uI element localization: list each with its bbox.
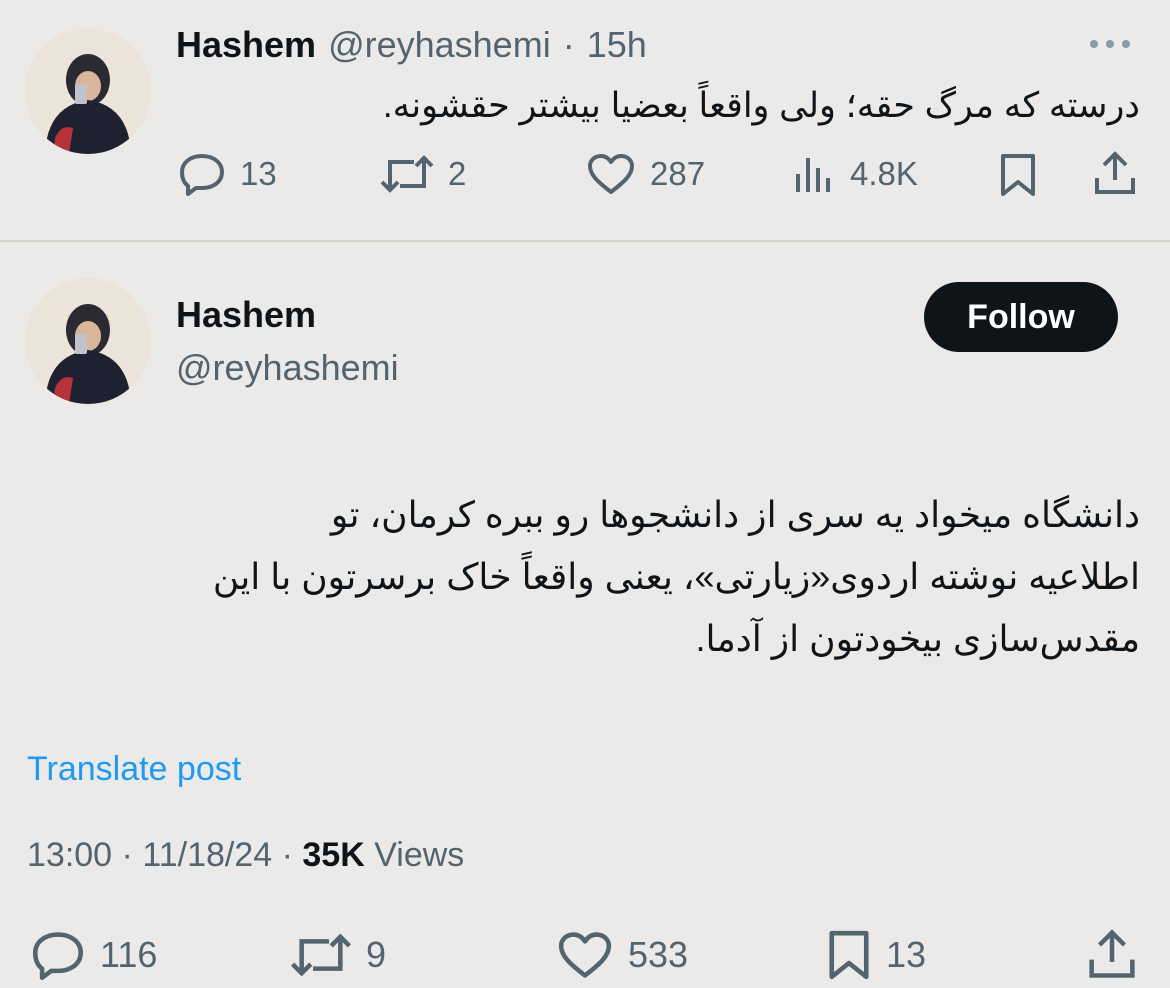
repost-button[interactable]: 9 xyxy=(290,930,386,980)
heart-icon xyxy=(586,152,636,196)
avatar-image xyxy=(25,28,151,154)
views-count: 35K xyxy=(302,836,365,874)
share-button[interactable] xyxy=(1092,150,1138,196)
repost-button[interactable]: 2 xyxy=(380,152,466,196)
username[interactable]: @reyhashemi xyxy=(328,24,551,66)
more-options-icon[interactable] xyxy=(1088,38,1148,50)
like-count: 533 xyxy=(628,934,689,975)
post-date[interactable]: 11/18/24 xyxy=(142,836,272,874)
separator-dot: · xyxy=(562,24,575,65)
views-button[interactable]: 4.8K xyxy=(792,152,918,196)
like-button[interactable]: 287 xyxy=(586,152,705,196)
translate-post-link[interactable]: Translate post xyxy=(27,750,241,789)
repost-icon xyxy=(380,152,434,196)
reply-button[interactable]: 116 xyxy=(30,930,157,980)
analytics-icon xyxy=(792,152,836,196)
reply-button[interactable]: 13 xyxy=(178,152,277,196)
reply-count: 13 xyxy=(240,155,277,192)
like-count: 287 xyxy=(650,155,706,192)
reply-count: 116 xyxy=(100,934,158,975)
like-button[interactable]: 533 xyxy=(556,930,688,980)
post-meta: 13:00 · 11/18/24 · 35K Views xyxy=(27,836,464,875)
repost-count: 2 xyxy=(448,155,467,192)
views-count: 4.8K xyxy=(850,155,918,192)
bookmark-icon xyxy=(998,152,1038,198)
share-icon xyxy=(1092,150,1138,196)
bookmark-button[interactable]: 13 xyxy=(826,928,926,982)
username[interactable]: @reyhashemi xyxy=(176,347,399,389)
follow-button[interactable]: Follow xyxy=(924,282,1118,352)
repost-count: 9 xyxy=(366,934,387,975)
tweet1-text: درسته که مرگ حقه؛ ولی واقعاً بعضیا بیشتر… xyxy=(382,86,1140,125)
reply-icon xyxy=(178,152,226,196)
bookmark-count: 13 xyxy=(886,934,927,975)
avatar[interactable] xyxy=(25,28,151,154)
tweet-text-line: دانشگاه میخواد یه سری از دانشجوها رو ببر… xyxy=(330,494,1140,535)
post-time[interactable]: 13:00 xyxy=(27,836,112,874)
tweet1-header: Hashem @reyhashemi · 15h xyxy=(176,24,647,66)
repost-icon xyxy=(290,930,352,980)
tweet2-text: دانشگاه میخواد یه سری از دانشجوها رو ببر… xyxy=(25,484,1140,670)
tweet-text-line: اطلاعیه نوشته اردوی«زیارتی»، یعنی واقعاً… xyxy=(212,556,1140,597)
reply-icon xyxy=(30,930,86,980)
bookmark-button[interactable] xyxy=(998,152,1038,198)
separator-dot: · xyxy=(121,836,133,874)
bookmark-icon xyxy=(826,928,872,982)
tweet-text-line: مقدس‌سازی بیخودتون از آدما. xyxy=(695,618,1140,659)
views-label: Views xyxy=(374,836,465,874)
avatar[interactable] xyxy=(25,278,151,404)
separator-dot: · xyxy=(281,836,293,874)
avatar-image xyxy=(25,278,151,404)
share-icon xyxy=(1086,928,1138,980)
timestamp[interactable]: 15h xyxy=(587,24,647,66)
display-name[interactable]: Hashem xyxy=(176,294,316,336)
display-name[interactable]: Hashem xyxy=(176,24,316,66)
share-button[interactable] xyxy=(1086,928,1138,980)
divider xyxy=(0,240,1170,242)
heart-icon xyxy=(556,930,614,980)
